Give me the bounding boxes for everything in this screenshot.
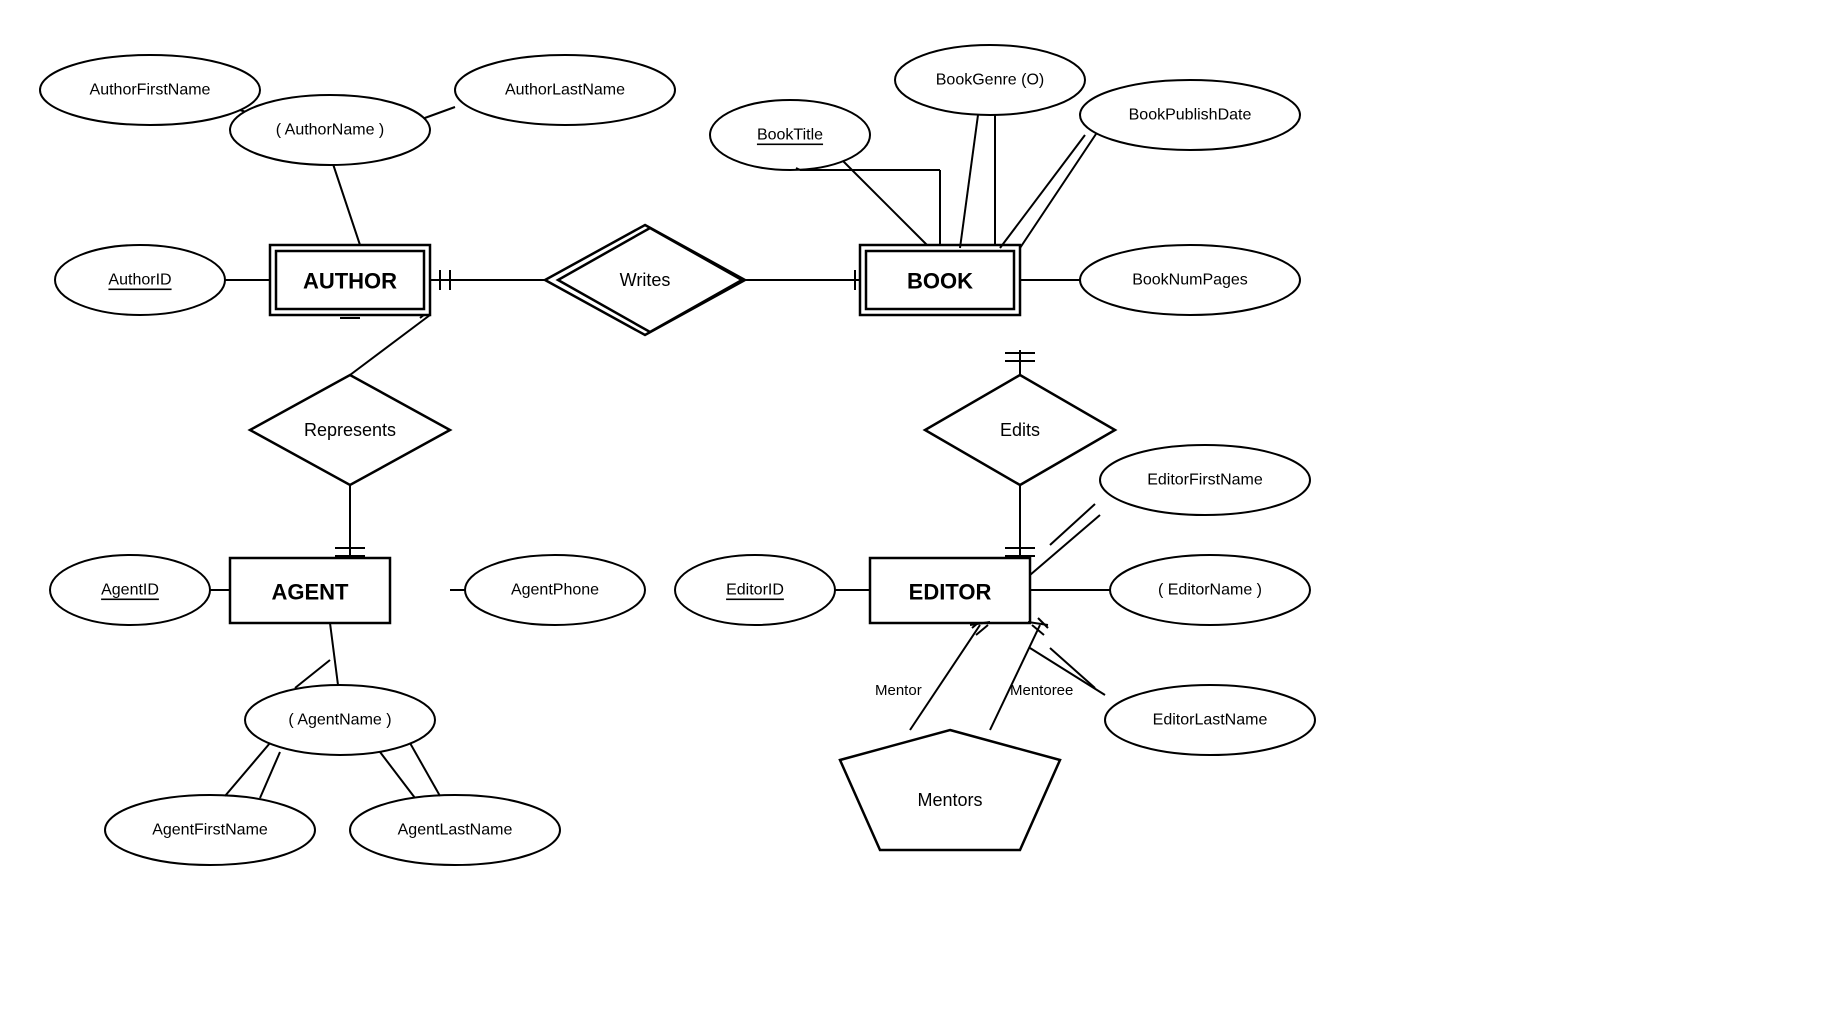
agent-phone-label: AgentPhone	[511, 582, 599, 599]
author-entity-label: AUTHOR	[303, 269, 397, 294]
book-title-label: BookTitle	[757, 127, 823, 144]
editor-id-label: EditorID	[726, 582, 784, 599]
editor-name-label: ( EditorName )	[1158, 582, 1262, 599]
agent-id-label: AgentID	[101, 582, 159, 599]
agent-firstname-label: AgentFirstName	[152, 822, 268, 839]
mentor-label: Mentor	[875, 682, 922, 699]
book-numpages-label: BookNumPages	[1132, 272, 1248, 289]
writes-label: Writes	[620, 270, 671, 290]
mentors-label: Mentors	[917, 790, 982, 810]
agent-lastname-label: AgentLastName	[398, 822, 513, 839]
book-entity-label: BOOK	[907, 269, 973, 294]
author-lastname-label: AuthorLastName	[505, 82, 625, 99]
edits-label: Edits	[1000, 420, 1040, 440]
author-id-label: AuthorID	[108, 272, 171, 289]
er-diagram: Mentor Mentoree AUTHOR BOOK AGENT EDITOR…	[0, 0, 1830, 1026]
book-genre-label: BookGenre (O)	[936, 72, 1044, 89]
agent-entity-label: AGENT	[272, 580, 350, 605]
author-name-label: ( AuthorName )	[276, 122, 384, 139]
editor-lastname-label: EditorLastName	[1153, 712, 1268, 729]
mentoree-label: Mentoree	[1010, 682, 1073, 699]
editor-entity-label: EDITOR	[909, 580, 992, 605]
editor-firstname-label: EditorFirstName	[1147, 472, 1263, 489]
agent-name-label: ( AgentName )	[288, 712, 391, 729]
represents-label: Represents	[304, 420, 396, 440]
book-publishdate-label: BookPublishDate	[1129, 107, 1252, 124]
author-firstname-label: AuthorFirstName	[90, 82, 211, 99]
